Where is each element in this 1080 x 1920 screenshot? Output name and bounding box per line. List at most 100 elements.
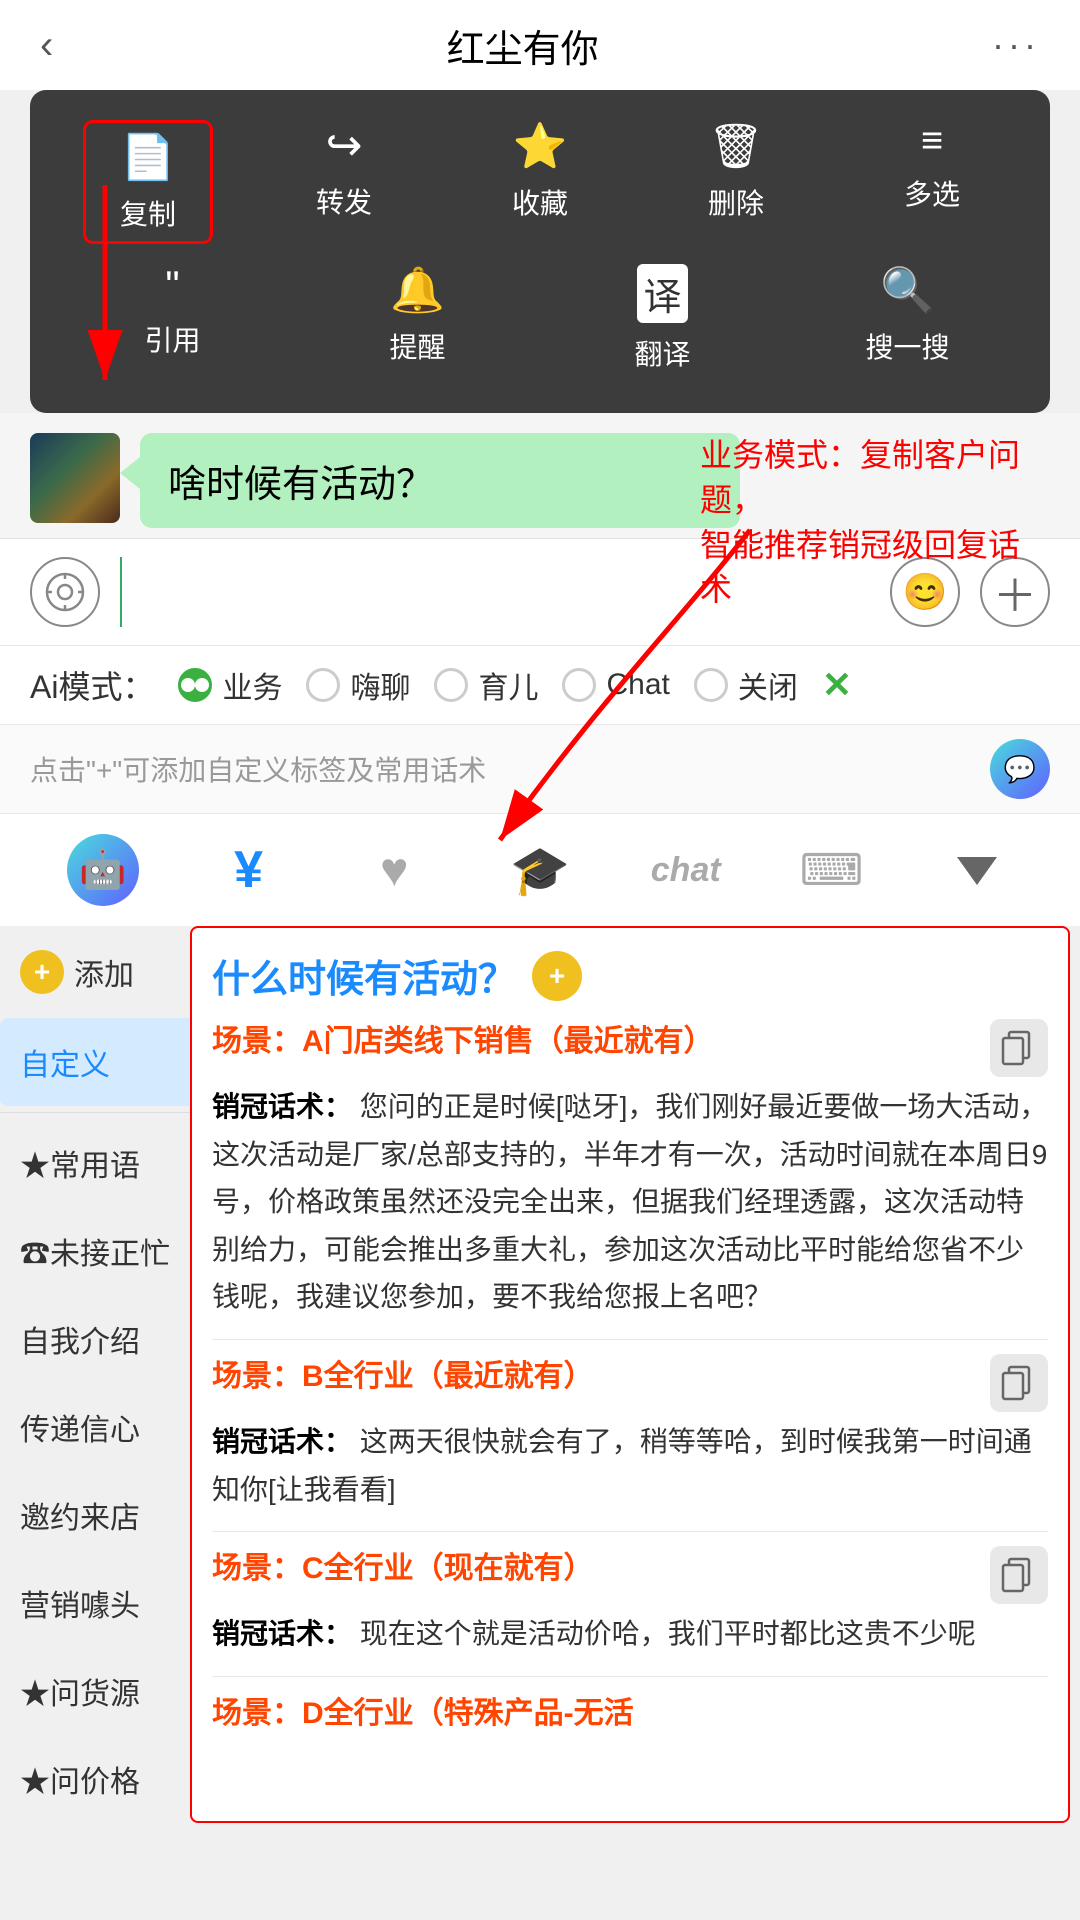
toolbar-down[interactable] [904,830,1050,910]
context-menu-search[interactable]: 🔍 搜一搜 [843,264,973,373]
content-add-button[interactable]: + [532,951,582,1001]
sidebar-item-price-label: ★问价格 [20,1766,140,1799]
script-text-b: 销冠话术： 这两天很快就会有了，稍等等哈，到时候我第一时间通知你[让我看看] [212,1418,1048,1513]
hint-text: 点击"+"可添加自定义标签及常用话术 [30,749,486,789]
copy-label: 复制 [120,193,176,233]
copy-button-b[interactable] [990,1354,1048,1412]
ai-mode-business[interactable]: 业务 [178,663,282,707]
remind-icon: 🔔 [390,264,445,316]
multiselect-icon: ≡ [921,120,943,163]
add-circle-icon: + [20,950,64,994]
down-arrow-icon [947,845,1007,895]
copy-icon-b [1001,1365,1037,1401]
ai-mode-parenting[interactable]: 育儿 [434,663,538,707]
sidebar: + 添加 自定义 ★常用语 ☎未接正忙 自我介绍 传递信心 邀约来店 营销噱头 … [0,926,190,1823]
ai-mode-business-label: 业务 [222,663,282,707]
context-menu-favorite[interactable]: ⭐ 收藏 [475,120,605,244]
context-menu-row-2: " 引用 🔔 提醒 译 翻译 🔍 搜一搜 [50,264,1030,373]
context-menu-delete[interactable]: 🗑 删除 [671,120,801,244]
ai-mode-chat-en[interactable]: Chat [562,668,669,702]
sidebar-item-common[interactable]: ★常用语 [0,1119,190,1207]
content-header: 什么时候有活动？ + [212,948,1048,1003]
toolbar-yen[interactable]: ¥ [176,830,322,910]
script-label-a: 销冠话术： [212,1091,352,1122]
script-text-a: 销冠话术： 您问的正是时候[哒牙]，我们刚好最近要做一场大活动，这次活动是厂家/… [212,1083,1048,1321]
chat-icon[interactable]: 💬 [990,739,1050,799]
copy-button-c[interactable] [990,1546,1048,1604]
toolbar-keyboard[interactable]: ⌨ [759,830,905,910]
forward-icon: ↪ [326,120,363,171]
toolbar: 🤖 ¥ ♥ 🎓 chat ⌨ [0,813,1080,926]
sidebar-divider-1 [0,1112,190,1113]
radio-chat-en [562,668,596,702]
context-menu-quote[interactable]: " 引用 [108,264,238,373]
quote-icon: " [165,264,179,309]
ai-mode-haichat-label: 嗨聊 [350,663,410,707]
sidebar-item-custom-label: 自定义 [20,1049,110,1082]
toolbar-chat-text[interactable]: chat [613,830,759,910]
more-button[interactable]: ··· [992,24,1040,66]
heart-icon: ♥ [380,843,409,898]
toolbar-robot[interactable]: 🤖 [30,830,176,910]
scenario-header-d: 场景：D全行业（特殊产品-无活 [212,1691,1048,1736]
sidebar-item-price[interactable]: ★问价格 [0,1735,190,1823]
divider-cd [212,1676,1048,1677]
scenario-title-a: 场景：A门店类线下销售（最近就有） [212,1019,978,1064]
context-menu-multiselect[interactable]: ≡ 多选 [867,120,997,244]
graduation-hat-icon: 🎓 [510,842,570,899]
sidebar-add-label: 添加 [74,950,134,994]
context-menu-forward[interactable]: ↪ 转发 [279,120,409,244]
context-menu-copy[interactable]: 📄 复制 [83,120,213,244]
chat-bubble-text: 啥时候有活动？ [168,464,434,506]
sidebar-item-missed[interactable]: ☎未接正忙 [0,1207,190,1295]
divider-ab [212,1339,1048,1340]
script-content-c: 现在这个就是活动价哈，我们平时都比这贵不少呢 [360,1618,976,1649]
scenario-header-c: 场景：C全行业（现在就有） [212,1546,1048,1604]
sidebar-item-marketing[interactable]: 营销噱头 [0,1559,190,1647]
sidebar-item-confidence[interactable]: 传递信心 [0,1383,190,1471]
translate-label: 翻译 [634,333,690,373]
main-content: + 添加 自定义 ★常用语 ☎未接正忙 自我介绍 传递信心 邀约来店 营销噱头 … [0,926,1080,1823]
scenario-title-c: 场景：C全行业（现在就有） [212,1546,978,1591]
sidebar-item-invite-label: 邀约来店 [20,1502,140,1535]
copy-button-a[interactable] [990,1019,1048,1077]
remind-label: 提醒 [389,326,445,366]
scenario-block-b: 场景：B全行业（最近就有） 销冠话术： 这两天很快就会有了，稍等等哈，到时候我第… [212,1354,1048,1513]
sidebar-item-intro[interactable]: 自我介绍 [0,1295,190,1383]
ai-mode-chat[interactable]: 嗨聊 [306,663,410,707]
radio-parenting [434,668,468,702]
content-panel: 什么时候有活动？ + 场景：A门店类线下销售（最近就有） 销冠话术： 您问的正是… [190,926,1070,1823]
chat-bubble: 啥时候有活动？ [140,433,740,528]
ai-mode-off-label: 关闭 [738,663,798,707]
sidebar-item-custom[interactable]: 自定义 [0,1018,190,1106]
script-text-c: 销冠话术： 现在这个就是活动价哈，我们平时都比这贵不少呢 [212,1610,1048,1658]
scenario-title-d: 场景：D全行业（特殊产品-无活 [212,1691,1048,1736]
back-button[interactable]: ‹ [40,23,53,68]
toolbar-heart[interactable]: ♥ [321,830,467,910]
script-label-b: 销冠话术： [212,1426,352,1457]
radio-off [694,668,728,702]
chat-text-icon: chat [651,851,721,890]
copy-icon: 📄 [121,131,176,183]
toolbar-hat[interactable]: 🎓 [467,830,613,910]
sidebar-item-invite[interactable]: 邀约来店 [0,1471,190,1559]
forward-label: 转发 [316,181,372,221]
ai-mode-chat-en-label: Chat [606,668,669,702]
script-content-a: 您问的正是时候[哒牙]，我们刚好最近要做一场大活动，这次活动是厂家/总部支持的，… [212,1091,1047,1312]
sidebar-item-intro-label: 自我介绍 [20,1326,140,1359]
sidebar-item-confidence-label: 传递信心 [20,1414,140,1447]
context-menu-remind[interactable]: 🔔 提醒 [353,264,483,373]
translate-icon: 译 [637,264,687,323]
favorite-label: 收藏 [512,182,568,222]
radio-haichat [306,668,340,702]
copy-icon-a [1001,1030,1037,1066]
top-bar: ‹ 红尘有你 ··· [0,0,1080,90]
ai-mode-label: Ai模式： [30,662,154,708]
sidebar-item-source[interactable]: ★问货源 [0,1647,190,1735]
voice-button[interactable] [30,557,100,627]
ai-close-button[interactable]: ✕ [822,664,852,706]
ai-mode-off[interactable]: 关闭 [694,663,798,707]
sidebar-add-button[interactable]: + 添加 [0,926,190,1018]
search-label: 搜一搜 [865,326,949,366]
context-menu-translate[interactable]: 译 翻译 [598,264,728,373]
